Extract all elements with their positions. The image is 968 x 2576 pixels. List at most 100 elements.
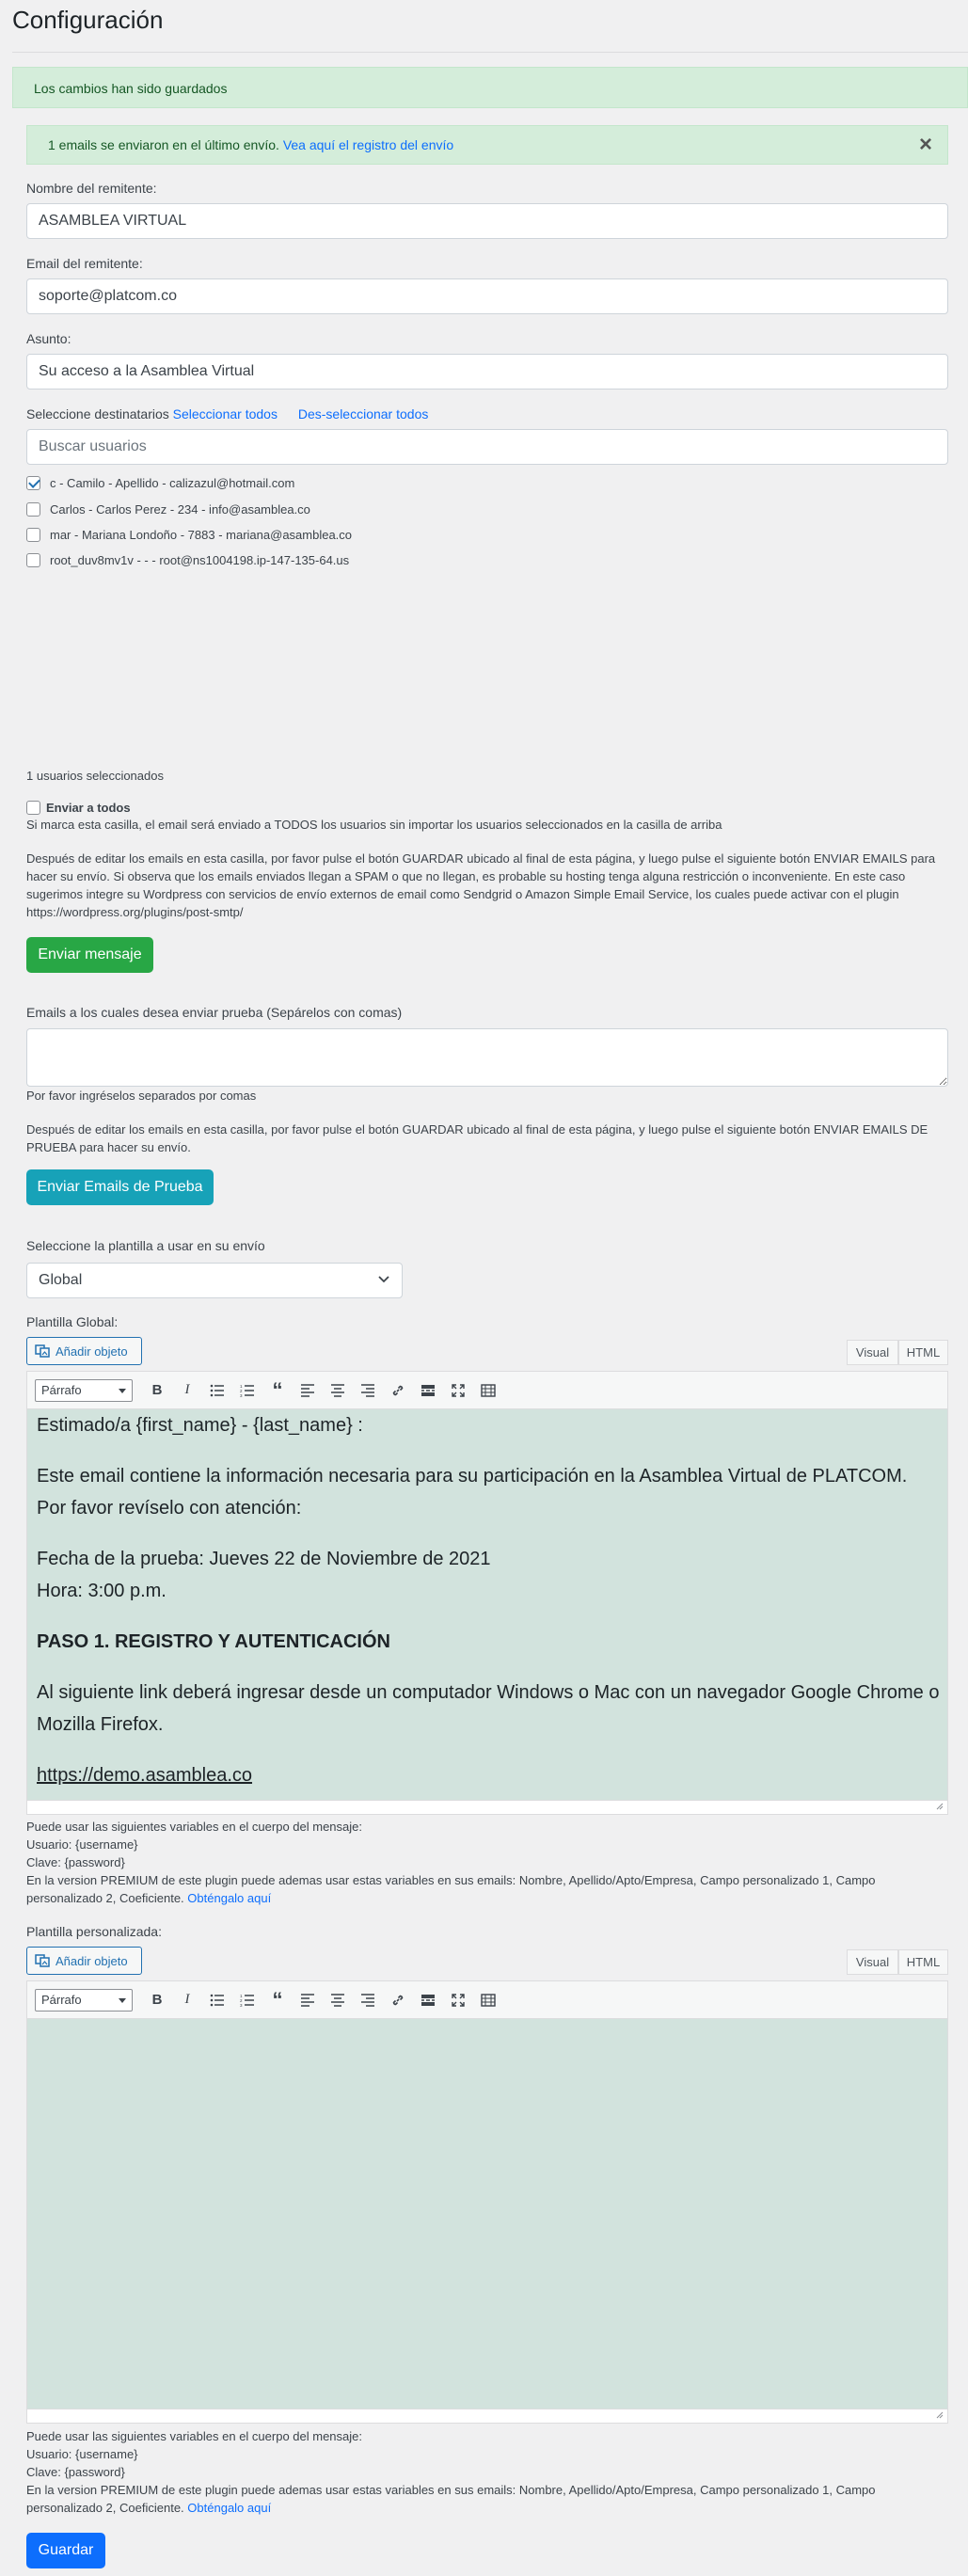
sent-notice-text: 1 emails se enviaron en el último envío. <box>48 137 279 152</box>
align-right-icon[interactable] <box>355 1377 381 1404</box>
link-icon[interactable] <box>385 1377 411 1404</box>
editor-step1-text: Al siguiente link deberá ingresar desde … <box>37 1682 940 1735</box>
format-select-value: Párrafo <box>41 1993 82 2007</box>
caret-down-icon <box>119 1993 126 2007</box>
bullet-list-icon[interactable] <box>204 1987 230 2013</box>
title-divider <box>12 52 968 53</box>
bold-icon[interactable]: B <box>144 1987 170 2013</box>
selected-count: 1 usuarios seleccionados <box>26 769 164 783</box>
test-emails-label: Emails a los cuales desea enviar prueba … <box>26 1005 403 1020</box>
user-checkbox[interactable] <box>26 476 40 490</box>
read-more-icon[interactable] <box>415 1987 441 2013</box>
global-template-editor[interactable]: Estimado/a {first_name} - {last_name} : … <box>26 1409 948 1801</box>
align-left-icon[interactable] <box>294 1987 321 2013</box>
sender-email-label: Email del remitente: <box>26 256 143 271</box>
format-select[interactable]: Párrafo <box>35 1378 133 1402</box>
template-select[interactable]: Global <box>26 1263 403 1298</box>
send-log-link[interactable]: Vea aquí el registro del envío <box>283 137 453 152</box>
vars-user: Usuario: {username} <box>26 2447 138 2461</box>
user-option-label: root_duv8mv1v - - - root@ns1004198.ip-14… <box>50 553 350 567</box>
vars-user: Usuario: {username} <box>26 1837 138 1852</box>
editor-date: Fecha de la prueba: Jueves 22 de Noviemb… <box>37 1549 491 1569</box>
user-option[interactable]: mar - Mariana Londoño - 7883 - mariana@a… <box>26 528 352 542</box>
fullscreen-icon[interactable] <box>445 1377 471 1404</box>
test-emails-textarea[interactable] <box>26 1028 948 1087</box>
user-checkbox[interactable] <box>26 553 40 567</box>
editor-resize-bar[interactable] <box>26 1801 948 1815</box>
svg-text:3: 3 <box>240 1393 243 1397</box>
user-option[interactable]: root_duv8mv1v - - - root@ns1004198.ip-14… <box>26 553 349 567</box>
tab-visual[interactable]: Visual <box>847 1949 898 1975</box>
vars-premium: En la version PREMIUM de este plugin pue… <box>26 2481 948 2517</box>
editor-time: Hora: 3:00 p.m. <box>37 1581 167 1601</box>
close-icon[interactable]: × <box>919 126 932 164</box>
quote-icon[interactable]: “ <box>264 1987 291 2013</box>
custom-template-editor[interactable] <box>26 2019 948 2409</box>
sender-name-label: Nombre del remitente: <box>26 181 157 196</box>
deselect-all-link[interactable]: Des-seleccionar todos <box>298 406 429 421</box>
select-all-link[interactable]: Seleccionar todos <box>173 406 278 421</box>
tab-visual[interactable]: Visual <box>847 1340 898 1365</box>
send-instructions: Después de editar los emails en esta cas… <box>26 851 936 919</box>
quote-icon[interactable]: “ <box>264 1377 291 1404</box>
send-all-checkbox[interactable] <box>26 801 40 815</box>
bullet-list-icon[interactable] <box>204 1377 230 1404</box>
align-left-icon[interactable] <box>294 1377 321 1404</box>
align-right-icon[interactable] <box>355 1987 381 2013</box>
send-all-help: Si marca esta casilla, el email será env… <box>26 818 722 832</box>
subject-label: Asunto: <box>26 331 71 346</box>
add-media-button[interactable]: Añadir objeto <box>26 1337 142 1365</box>
sender-email-input[interactable]: soporte@platcom.co <box>26 278 948 314</box>
send-all-option[interactable]: Enviar a todos <box>26 801 131 815</box>
format-select[interactable]: Párrafo <box>35 1988 133 2012</box>
add-media-button[interactable]: Añadir objeto <box>26 1947 142 1975</box>
page-title: Configuración <box>12 6 164 34</box>
editor-link: https://demo.asamblea.co <box>37 1765 253 1786</box>
editor-resize-bar[interactable] <box>26 2409 948 2424</box>
vars-intro: Puede usar las siguientes variables en e… <box>26 2429 362 2443</box>
add-media-label: Añadir objeto <box>56 1344 128 1359</box>
subject-input[interactable]: Su acceso a la Asamblea Virtual <box>26 354 948 390</box>
numbered-list-icon[interactable]: 123 <box>234 1987 261 2013</box>
editor-greeting: Estimado/a {first_name} - {last_name} : <box>37 1415 363 1436</box>
add-media-label: Añadir objeto <box>56 1953 128 1968</box>
global-template-label: Plantilla Global: <box>26 1314 119 1329</box>
editor-intro: Este email contiene la información neces… <box>37 1466 908 1519</box>
user-checkbox[interactable] <box>26 502 40 517</box>
user-checkbox[interactable] <box>26 528 40 542</box>
chevron-down-icon <box>377 1272 390 1290</box>
read-more-icon[interactable] <box>415 1377 441 1404</box>
align-center-icon[interactable] <box>325 1987 351 2013</box>
vars-intro: Puede usar las siguientes variables en e… <box>26 1820 362 1834</box>
tab-html[interactable]: HTML <box>898 1340 948 1365</box>
vars-pass: Clave: {password} <box>26 2465 125 2479</box>
italic-icon[interactable]: I <box>174 1987 200 2013</box>
send-message-button[interactable]: Enviar mensaje <box>26 937 153 973</box>
save-button[interactable]: Guardar <box>26 2533 105 2568</box>
format-select-value: Párrafo <box>41 1383 82 1397</box>
align-center-icon[interactable] <box>325 1377 351 1404</box>
bold-icon[interactable]: B <box>144 1377 170 1404</box>
recipients-label: Seleccione destinatarios <box>26 406 169 421</box>
sent-notice: 1 emails se enviaron en el último envío.… <box>26 125 948 165</box>
toolbar-toggle-icon[interactable] <box>475 1987 501 2013</box>
resize-handle-icon[interactable] <box>936 2407 944 2422</box>
premium-link[interactable]: Obténgalo aquí <box>187 1891 271 1905</box>
fullscreen-icon[interactable] <box>445 1987 471 2013</box>
test-instructions: Después de editar los emails en esta cas… <box>26 1122 928 1154</box>
toolbar-toggle-icon[interactable] <box>475 1377 501 1404</box>
user-option[interactable]: Carlos - Carlos Perez - 234 - info@asamb… <box>26 502 310 517</box>
media-icon <box>35 1952 50 1970</box>
user-search-input[interactable]: Buscar usuarios <box>26 429 948 465</box>
tab-html[interactable]: HTML <box>898 1949 948 1975</box>
template-select-label: Seleccione la plantilla a usar en su env… <box>26 1238 265 1253</box>
premium-link[interactable]: Obténgalo aquí <box>187 2501 271 2515</box>
send-test-emails-button[interactable]: Enviar Emails de Prueba <box>26 1169 214 1205</box>
numbered-list-icon[interactable]: 123 <box>234 1377 261 1404</box>
user-option[interactable]: c - Camilo - Apellido - calizazul@hotmai… <box>26 476 294 490</box>
link-icon[interactable] <box>385 1987 411 2013</box>
resize-handle-icon[interactable] <box>936 1798 944 1813</box>
sender-name-input[interactable]: ASAMBLEA VIRTUAL <box>26 203 948 239</box>
italic-icon[interactable]: I <box>174 1377 200 1404</box>
vars-premium-text: En la version PREMIUM de este plugin pue… <box>26 1873 876 1905</box>
